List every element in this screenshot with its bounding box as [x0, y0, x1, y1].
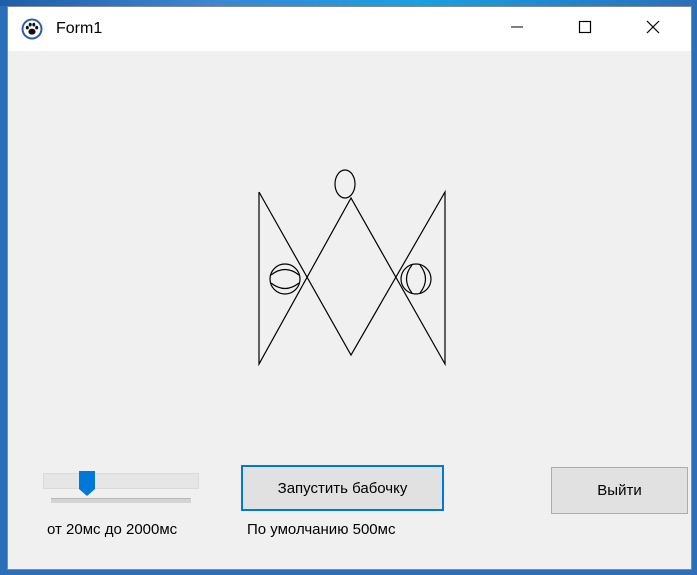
maximize-icon	[578, 20, 592, 39]
close-icon	[646, 20, 660, 39]
speed-slider[interactable]	[43, 469, 203, 503]
slider-thumb[interactable]	[79, 471, 95, 497]
paw-icon	[21, 18, 43, 40]
window-title: Form1	[56, 20, 103, 37]
right-wing-spot	[400, 263, 432, 295]
left-wing-spot-line	[270, 282, 300, 290]
butterfly-body	[258, 189, 446, 367]
left-wing-spot	[269, 263, 301, 295]
right-wing-spot-line	[405, 264, 413, 294]
butterfly-head	[334, 169, 356, 199]
title-bar[interactable]: Form1	[8, 7, 691, 51]
slider-track	[43, 473, 199, 489]
minimize-button[interactable]	[483, 7, 551, 51]
right-wing-spot-line	[419, 264, 427, 294]
start-butterfly-button[interactable]: Запустить бабочку	[241, 465, 444, 511]
default-interval-label: По умолчанию 500мс	[247, 521, 396, 538]
slider-tick-line	[51, 498, 191, 503]
slider-range-label: от 20мс до 2000мс	[47, 521, 178, 538]
maximize-button[interactable]	[551, 7, 619, 51]
butterfly-drawing	[258, 169, 446, 367]
form-client-area: от 20мс до 2000мс Запустить бабочку По у…	[8, 51, 691, 569]
minimize-icon	[510, 20, 524, 39]
exit-button[interactable]: Выйти	[551, 467, 688, 514]
form-window: Form1 от 20мс до 2000мс Запустить бабочк…	[7, 6, 692, 570]
close-button[interactable]	[619, 7, 687, 51]
left-wing-spot-line	[270, 268, 300, 276]
